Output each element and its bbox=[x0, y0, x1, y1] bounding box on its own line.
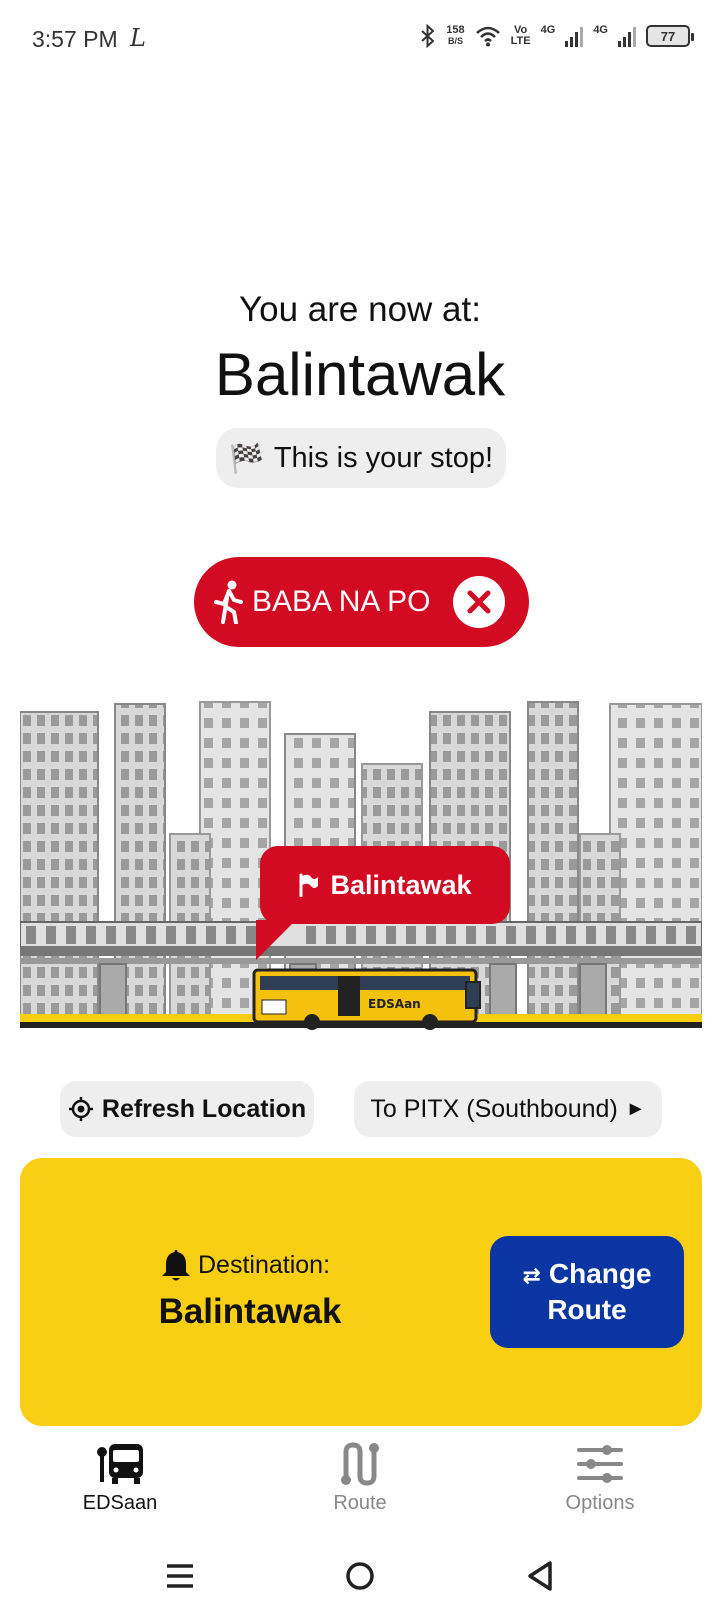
location-heading: You are now at: bbox=[239, 290, 481, 329]
alight-button-label: BABA NA PO bbox=[252, 585, 431, 618]
status-bar: 3:57 PM L 158 B/S Vo LTE 4G 4G 77 bbox=[0, 0, 720, 82]
back-triangle-icon bbox=[528, 1561, 552, 1591]
system-back-button[interactable] bbox=[515, 1556, 565, 1596]
direction-toggle-button[interactable]: To PITX (Southbound) ► bbox=[354, 1081, 662, 1137]
route-icon bbox=[341, 1442, 379, 1486]
sliders-icon bbox=[577, 1445, 623, 1483]
nav-tab-options[interactable]: Options bbox=[480, 1436, 720, 1546]
map-callout-station: Balintawak bbox=[330, 869, 472, 900]
cancel-alight-button[interactable] bbox=[453, 576, 505, 628]
bus-stop-icon bbox=[97, 1444, 143, 1484]
wifi-icon bbox=[475, 26, 500, 47]
system-home-button[interactable] bbox=[335, 1556, 385, 1596]
location-crosshair-icon bbox=[68, 1097, 93, 1121]
volte-indicator: Vo LTE bbox=[511, 25, 531, 47]
sim1-signal-icon bbox=[565, 25, 584, 47]
destination-label: Destination: bbox=[198, 1250, 331, 1279]
system-navigation-bar bbox=[0, 1556, 720, 1612]
battery-icon: 77 bbox=[646, 25, 694, 47]
battery-level: 77 bbox=[660, 28, 676, 44]
change-route-button[interactable]: ⇄ Change Route bbox=[490, 1236, 684, 1348]
net-speed: 158 B/S bbox=[446, 25, 464, 47]
stop-badge-text: This is your stop! bbox=[273, 441, 494, 474]
sim2-network-label: 4G bbox=[593, 24, 608, 36]
checkered-flag-icon: 🏁 bbox=[228, 442, 264, 474]
refresh-location-label: Refresh Location bbox=[101, 1094, 307, 1123]
sim1-network-label: 4G bbox=[540, 24, 556, 36]
current-station-name: Balintawak bbox=[214, 341, 506, 408]
status-icons: 158 B/S Vo LTE 4G 4G 77 bbox=[420, 24, 694, 48]
menu-icon bbox=[167, 1564, 193, 1588]
bottom-navigation: EDSaan Route Options bbox=[0, 1436, 720, 1556]
nav-label-edsaan: EDSaan bbox=[82, 1492, 158, 1514]
bell-icon bbox=[162, 1250, 190, 1281]
bluetooth-icon bbox=[421, 24, 435, 48]
bus-label: EDSAan bbox=[368, 997, 421, 1011]
walking-person-icon bbox=[214, 580, 243, 624]
map-station-callout: Balintawak bbox=[260, 846, 510, 924]
destination-label-row: Destination: bbox=[160, 1248, 330, 1282]
change-route-label-1: Change bbox=[548, 1258, 652, 1289]
map-callout-tail bbox=[256, 920, 296, 960]
status-time: 3:57 PM bbox=[32, 26, 118, 52]
destination-value: Balintawak bbox=[158, 1292, 342, 1331]
net-speed-value: 158 bbox=[446, 24, 465, 36]
direction-label: To PITX (Southbound) bbox=[370, 1094, 618, 1123]
swap-icon: ⇄ bbox=[522, 1263, 541, 1288]
launcher-notification-icon: L bbox=[130, 24, 146, 52]
nav-tab-edsaan[interactable]: EDSaan bbox=[0, 1436, 240, 1546]
close-icon bbox=[467, 590, 491, 614]
home-circle-icon bbox=[346, 1562, 374, 1590]
flag-icon bbox=[299, 873, 319, 897]
nav-label-route: Route bbox=[333, 1492, 387, 1514]
net-speed-unit: B/S bbox=[447, 36, 463, 46]
nav-tab-route[interactable]: Route bbox=[240, 1436, 480, 1546]
change-route-label-2: Route bbox=[547, 1294, 627, 1325]
nav-label-options: Options bbox=[565, 1492, 635, 1514]
alight-button[interactable]: BABA NA PO bbox=[194, 557, 529, 647]
sim2-signal-icon bbox=[618, 25, 636, 47]
volte-bottom: LTE bbox=[510, 35, 531, 47]
refresh-location-button[interactable]: Refresh Location bbox=[60, 1081, 314, 1137]
stop-badge: 🏁 This is your stop! bbox=[216, 428, 506, 488]
system-menu-button[interactable] bbox=[155, 1556, 205, 1596]
play-arrow-icon: ► bbox=[625, 1097, 646, 1120]
bus-illustration: EDSAan bbox=[252, 968, 481, 1030]
